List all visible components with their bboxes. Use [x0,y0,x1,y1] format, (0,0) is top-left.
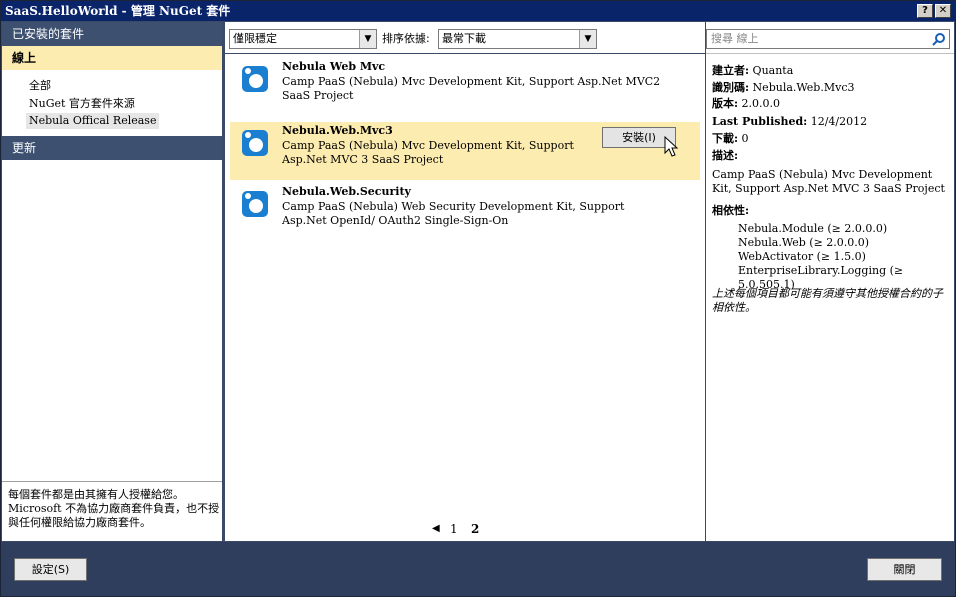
divider [706,53,954,54]
package-item[interactable]: Nebula.Web.Security Camp PaaS (Nebula) W… [230,183,700,241]
package-description: Camp PaaS (Nebula) Mvc Development Kit, … [282,139,574,166]
chevron-down-icon[interactable]: ▼ [579,30,596,48]
package-icon [242,66,268,92]
page-link-2-current[interactable]: 2 [471,522,479,536]
detail-id: 識別碼: Nebula.Web.Mvc3 [712,81,855,95]
license-notice: 每個套件都是由其擁有人授權給您。Microsoft 不為協力廠商套件負責，也不授… [8,488,220,529]
package-name: Nebula.Web.Mvc3 [282,124,393,137]
title-bar: SaaS.HelloWorld - 管理 NuGet 套件 ? ✕ [1,1,955,21]
dependencies-label: 相依性: [712,204,750,217]
detail-published: Last Published: 12/4/2012 [712,115,867,129]
chevron-down-icon[interactable]: ▼ [359,30,376,48]
version-value: 2.0.0.0 [738,97,781,110]
close-button[interactable]: 關閉 [867,558,942,581]
dependency-item: WebActivator (≥ 1.5.0) [738,250,866,263]
toolbar: 僅限穩定 ▼ 排序依據: 最常下載 ▼ [225,22,705,53]
package-item-selected[interactable]: Nebula.Web.Mvc3 Camp PaaS (Nebula) Mvc D… [230,122,700,180]
installed-packages-header[interactable]: 已安裝的套件 [2,22,222,46]
dependency-item: Nebula.Web (≥ 2.0.0.0) [738,236,870,249]
tree-item-nuget-official[interactable]: NuGet 官方套件來源 [26,96,138,112]
sort-value: 最常下載 [442,32,486,45]
version-label: 版本: [712,97,739,110]
dependency-list: Nebula.Module (≥ 2.0.0.0) Nebula.Web (≥ … [738,222,952,292]
sort-label: 排序依據: [382,32,430,45]
close-window-button[interactable]: ✕ [935,4,951,18]
settings-button[interactable]: 設定(S) [14,558,87,581]
author-value: Quanta [749,64,794,77]
search-input[interactable]: 搜尋 線上 [706,29,950,49]
bottom-bar: 設定(S) 關閉 [1,542,955,596]
id-value: Nebula.Web.Mvc3 [749,81,855,94]
package-list: Nebula Web Mvc Camp PaaS (Nebula) Mvc De… [225,54,705,519]
sort-dropdown[interactable]: 最常下載 ▼ [438,29,597,49]
help-button[interactable]: ? [917,4,933,18]
id-label: 識別碼: [712,81,750,94]
dependency-license-note: 上述每個項目都可能有須遵守其他授權合約的子相依性。 [712,287,943,314]
divider [2,481,222,482]
detail-downloads: 下載: 0 [712,132,749,146]
package-name: Nebula.Web.Security [282,185,411,198]
downloads-value: 0 [738,132,749,145]
description-label: 描述: [712,149,739,162]
package-name: Nebula Web Mvc [282,60,386,73]
package-icon [242,130,268,156]
filter-value: 僅限穩定 [233,32,277,45]
published-value: 12/4/2012 [807,115,868,128]
online-header[interactable]: 線上 [2,46,222,70]
filter-dropdown[interactable]: 僅限穩定 ▼ [229,29,377,49]
downloads-label: 下載: [712,132,739,145]
package-description: Camp PaaS (Nebula) Web Security Developm… [282,200,625,227]
updates-header[interactable]: 更新 [2,136,222,160]
search-icon[interactable] [932,32,946,46]
package-icon [242,191,268,217]
detail-author: 建立者: Quanta [712,64,793,78]
dependency-item: Nebula.Module (≥ 2.0.0.0) [738,222,888,235]
left-panel: 已安裝的套件 線上 全部 NuGet 官方套件來源 Nebula Offical… [2,22,222,541]
page-link-1[interactable]: 1 [450,522,458,536]
author-label: 建立者: [712,64,750,77]
details-panel: 搜尋 線上 建立者: Quanta 識別碼: Nebula.Web.Mvc3 版… [706,22,954,541]
pager: ◀ 1 2 [225,519,705,541]
previous-page-icon[interactable]: ◀ [432,523,440,534]
window-title: SaaS.HelloWorld - 管理 NuGet 套件 [5,4,231,18]
package-description: Camp PaaS (Nebula) Mvc Development Kit, … [282,75,661,102]
detail-version: 版本: 2.0.0.0 [712,97,780,111]
published-label: Last Published: [712,115,808,128]
description-text: Camp PaaS (Nebula) Mvc Development Kit, … [712,168,945,195]
tree-item-nebula-offical-release[interactable]: Nebula Offical Release [26,113,160,129]
mouse-cursor-icon [664,136,679,157]
package-item[interactable]: Nebula Web Mvc Camp PaaS (Nebula) Mvc De… [230,58,700,116]
tree-item-all[interactable]: 全部 [26,78,54,94]
nuget-dialog: SaaS.HelloWorld - 管理 NuGet 套件 ? ✕ 已安裝的套件… [0,0,956,597]
